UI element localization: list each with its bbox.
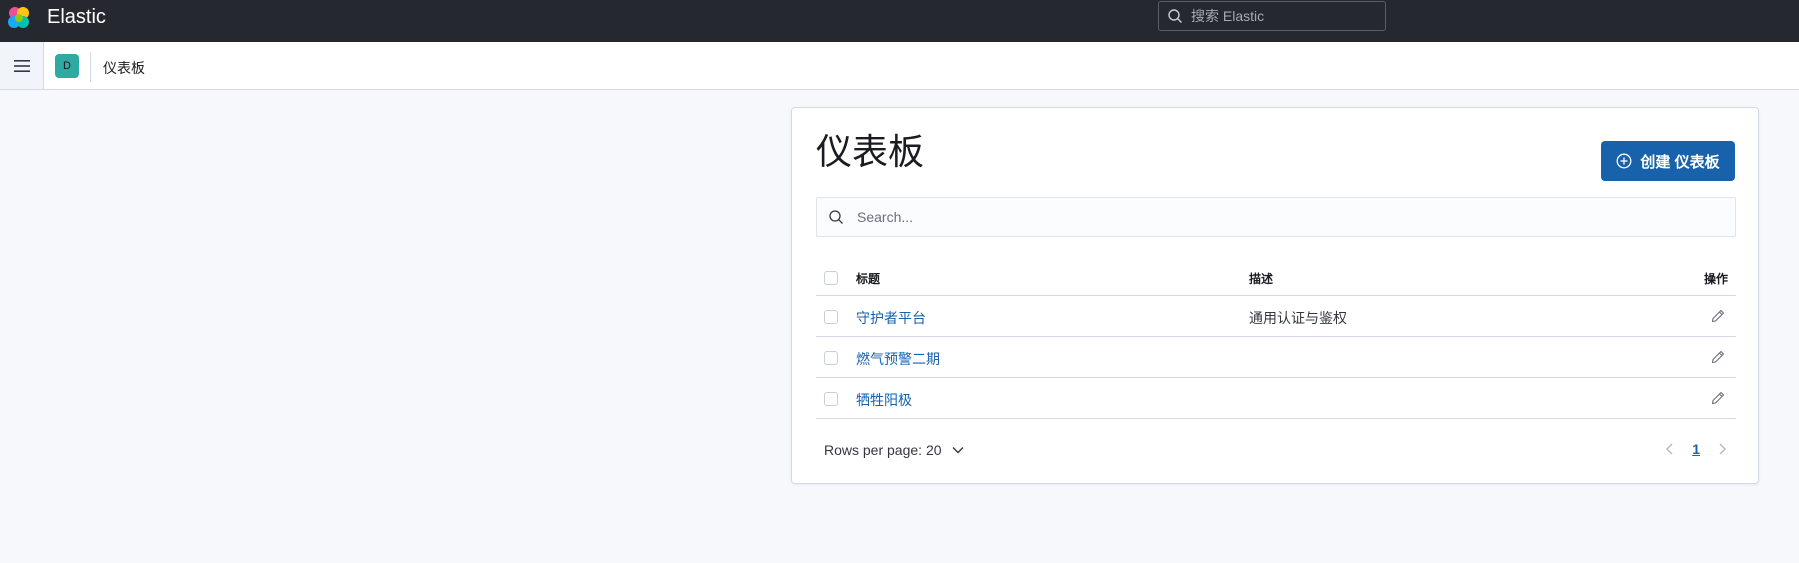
plus-circle-icon — [1616, 153, 1632, 169]
rows-per-page-label: Rows per page: 20 — [824, 442, 942, 458]
menu-toggle-button[interactable] — [0, 42, 44, 89]
table-row: 牺牲阳极 — [816, 378, 1736, 419]
search-icon — [1168, 9, 1182, 23]
dashboard-description: 通用认证与鉴权 — [1249, 310, 1347, 326]
dashboard-title-link[interactable]: 燃气预警二期 — [856, 349, 940, 369]
chevron-left-icon[interactable] — [1664, 442, 1676, 456]
table-header: 标题 描述 操作 — [816, 258, 1736, 296]
global-search-input[interactable] — [1189, 7, 1373, 25]
create-dashboard-label: 创建 仪表板 — [1640, 153, 1720, 171]
brand-name: Elastic — [47, 6, 106, 28]
hamburger-icon — [13, 59, 30, 72]
row-checkbox[interactable] — [824, 310, 838, 324]
breadcrumb: 仪表板 — [103, 60, 145, 76]
table-row: 燃气预警二期 — [816, 337, 1736, 378]
row-checkbox[interactable] — [824, 392, 838, 406]
rows-per-page-selector[interactable]: Rows per page: 20 — [824, 442, 964, 458]
pagination: 1 — [1664, 441, 1728, 457]
page-number-button[interactable]: 1 — [1692, 441, 1700, 457]
pencil-icon[interactable] — [1710, 308, 1726, 324]
table-search-input[interactable] — [855, 208, 1719, 226]
select-all-checkbox[interactable] — [824, 271, 838, 285]
column-header-description: 描述 — [1249, 272, 1274, 286]
page-title: 仪表板 — [816, 131, 925, 172]
table-row: 守护者平台 通用认证与鉴权 — [816, 296, 1736, 337]
dashboards-table: 标题 描述 操作 守护者平台 通用认证与鉴权 燃气预警二期 牺牲阳极 — [816, 258, 1736, 419]
create-dashboard-button[interactable]: 创建 仪表板 — [1601, 141, 1735, 181]
space-avatar[interactable]: D — [55, 54, 79, 78]
chevron-right-icon[interactable] — [1716, 442, 1728, 456]
elastic-logo-icon[interactable] — [6, 5, 32, 31]
chevron-down-icon — [952, 447, 964, 454]
global-header: Elastic — [0, 0, 1799, 42]
dashboards-panel: 仪表板 创建 仪表板 标题 描述 操作 守护者平台 通用认证与鉴权 — [791, 107, 1759, 484]
pencil-icon[interactable] — [1710, 390, 1726, 406]
breadcrumb-bar: D 仪表板 — [0, 42, 1799, 90]
global-search[interactable] — [1158, 1, 1386, 31]
column-header-title[interactable]: 标题 — [856, 270, 880, 287]
row-checkbox[interactable] — [824, 351, 838, 365]
search-icon — [829, 210, 843, 224]
dashboard-title-link[interactable]: 牺牲阳极 — [856, 390, 912, 410]
column-header-actions: 操作 — [1703, 272, 1728, 286]
pencil-icon[interactable] — [1710, 349, 1726, 365]
table-search[interactable] — [816, 197, 1736, 237]
breadcrumb-divider — [90, 52, 91, 82]
dashboard-title-link[interactable]: 守护者平台 — [856, 308, 926, 328]
